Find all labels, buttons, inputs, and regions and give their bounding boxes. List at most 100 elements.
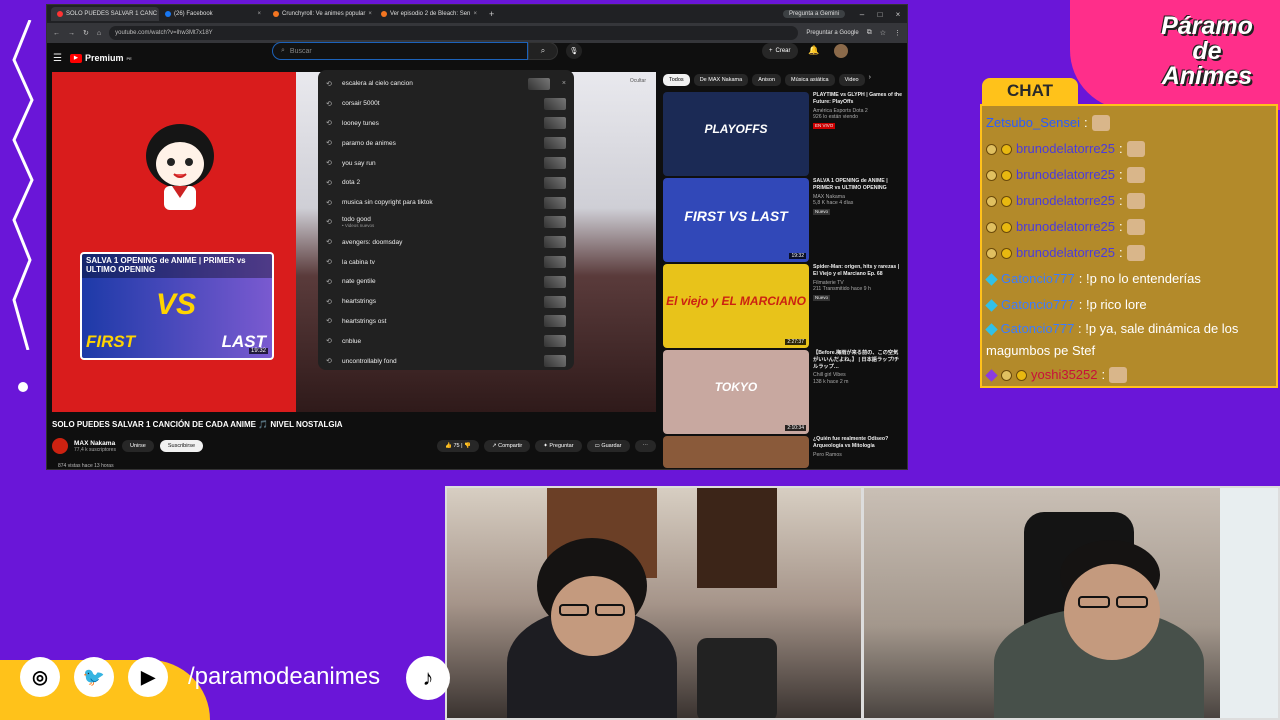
chat-username[interactable]: brunodelatorre25: [1016, 162, 1115, 188]
crunchyroll-favicon-icon: [381, 11, 387, 17]
close-tab-icon[interactable]: ×: [368, 11, 372, 17]
plus-icon: +: [769, 48, 773, 54]
badge-icon: [986, 143, 997, 155]
suggestion-item[interactable]: ⟲ paramo de animes: [318, 133, 574, 153]
notifications-bell-icon[interactable]: 🔔: [808, 45, 819, 56]
minimize-icon[interactable]: –: [853, 10, 871, 19]
suggestion-item[interactable]: ⟲ looney tunes: [318, 114, 574, 134]
microphone-icon[interactable]: 🎙: [566, 43, 582, 59]
video-thumbnail: PLAYOFFS: [663, 92, 809, 176]
ask-button[interactable]: ✦ Preguntar: [535, 440, 582, 452]
chevron-right-icon[interactable]: ›: [869, 74, 871, 86]
suggestion-item[interactable]: ⟲ corsair 5000t: [318, 94, 574, 114]
recommended-video[interactable]: FIRST VS LAST 19:32 SALVA 1 OPENING de ANI…: [663, 178, 903, 264]
recommended-video[interactable]: El viejo y EL MARCIANO 2:27:37 Spider-Man:…: [663, 264, 903, 350]
reload-icon[interactable]: ↻: [83, 29, 89, 37]
chip-video[interactable]: Video: [838, 74, 865, 86]
instagram-icon: ◎: [20, 657, 60, 697]
gem-badge-icon: [985, 298, 998, 312]
youtube-logo[interactable]: ▶ Premium PE: [69, 53, 132, 63]
suggestion-item[interactable]: ⟲ musica sin copyright para tiktok: [318, 193, 574, 213]
tab-crunchyroll[interactable]: Crunchyroll: Ve animes popular ×: [267, 7, 375, 21]
gemini-button[interactable]: Pregunta a Gemini: [782, 10, 845, 18]
hide-button[interactable]: Ocultar: [630, 78, 646, 84]
recommended-meta: 211 Transmitido hace 9 h: [813, 286, 871, 293]
suggestion-item[interactable]: ⟲ la cabina tv: [318, 252, 574, 272]
thumbs-down-icon[interactable]: 👎: [464, 443, 471, 449]
glasses: [1078, 596, 1110, 608]
close-window-icon[interactable]: ×: [889, 10, 907, 19]
chat-message: brunodelatorre25 :: [986, 188, 1272, 214]
account-avatar[interactable]: [834, 44, 848, 58]
suggestion-item[interactable]: ⟲ heartstrings ost: [318, 312, 574, 332]
emote-icon: [1126, 219, 1145, 235]
social-handle: /paramodeanimes: [188, 663, 381, 690]
suggestion-item[interactable]: ⟲ todo good • Videos nuevos: [318, 213, 574, 233]
chat-username[interactable]: brunodelatorre25: [1016, 188, 1115, 214]
search-button[interactable]: ⌕: [528, 42, 558, 60]
chat-username[interactable]: yoshi35252: [1031, 362, 1098, 388]
bookmark-star-icon[interactable]: ☆: [880, 29, 886, 37]
search-input[interactable]: ⌕ Buscar: [272, 42, 528, 60]
chat-text: : !p no lo entenderías: [1078, 271, 1201, 286]
suggestion-thumbnail: [544, 236, 566, 249]
close-tab-icon[interactable]: ×: [473, 11, 477, 17]
new-tab-icon[interactable]: +: [489, 9, 494, 19]
chat-message: brunodelatorre25 :: [986, 214, 1272, 240]
hamburger-menu-icon[interactable]: ☰: [53, 53, 62, 64]
chip-channel[interactable]: De MAX Nakama: [693, 74, 749, 86]
tab-facebook[interactable]: (26) Facebook ×: [159, 7, 267, 21]
chip-asian-music[interactable]: Música asiática: [785, 74, 835, 86]
join-button[interactable]: Unirse: [121, 440, 154, 452]
create-button[interactable]: + Crear: [762, 43, 798, 59]
channel-avatar[interactable]: [52, 438, 68, 454]
chat-username[interactable]: Gatoncio777: [1001, 266, 1075, 292]
share-button[interactable]: ↗ Compartir: [483, 440, 531, 452]
maximize-icon[interactable]: □: [871, 10, 889, 19]
suggestion-item[interactable]: ⟲ dota 2: [318, 173, 574, 193]
chat-username[interactable]: brunodelatorre25: [1016, 136, 1115, 162]
chat-username[interactable]: Zetsubo_Sensei: [986, 110, 1080, 136]
tab-bleach[interactable]: Ver episodio 2 de Bleach: Sen ×: [375, 7, 483, 21]
extensions-icon[interactable]: ⧉: [867, 29, 872, 37]
chat-username[interactable]: Gatoncio777: [1001, 321, 1075, 336]
like-button[interactable]: 👍 75 | 👎: [437, 440, 479, 452]
recommended-video[interactable]: TOKYO 2:10:34 【Before.梅雨が来る前の、この空気がいいんだよね。…: [663, 350, 903, 436]
suggestion-item[interactable]: ⟲ escalera al cielo cancion ×: [318, 74, 574, 94]
channel-name[interactable]: MAX Nakama: [74, 440, 115, 447]
forward-icon[interactable]: →: [68, 30, 75, 37]
gem-badge-icon: [985, 368, 998, 382]
remove-suggestion-icon[interactable]: ×: [562, 80, 566, 87]
suggestion-thumbnail: [544, 176, 566, 189]
suggestion-item[interactable]: ⟲ uncontrollably fond: [318, 351, 574, 371]
chat-username[interactable]: Gatoncio777: [1001, 292, 1075, 318]
video-actions: 👍 75 | 👎 ↗ Compartir ✦ Preguntar ▭ Guard…: [437, 440, 656, 452]
chip-anison[interactable]: Anison: [752, 74, 782, 86]
badge-icon: [986, 169, 997, 181]
tab-youtube[interactable]: SOLO PUEDES SALVAR 1 CANC×: [51, 7, 159, 21]
back-icon[interactable]: ←: [53, 30, 60, 37]
browser-menu-icon[interactable]: ⋮: [894, 29, 901, 37]
brand-logo: Páramo de Animes: [1161, 12, 1253, 90]
ask-google-button[interactable]: Preguntar a Google: [806, 30, 858, 36]
url-field[interactable]: youtube.com/watch?v=lhw3Mt7x18Y: [109, 26, 799, 40]
recommended-video[interactable]: ¿Quién fue realmente Odiseo? Arqueología…: [663, 436, 903, 468]
chip-all[interactable]: Todos: [663, 74, 690, 86]
save-button[interactable]: ▭ Guardar: [586, 440, 630, 452]
suggestion-item[interactable]: ⟲ nate gentile: [318, 272, 574, 292]
recommended-video[interactable]: PLAYOFFS PLAYTIME vs GLYPH | Games of the…: [663, 92, 903, 178]
close-tab-icon[interactable]: ×: [257, 11, 261, 17]
suggestion-item[interactable]: ⟲ heartstrings: [318, 292, 574, 312]
suggestion-item[interactable]: ⟲ avengers: doomsday: [318, 232, 574, 252]
gem-badge-icon: [985, 272, 998, 286]
chat-username[interactable]: brunodelatorre25: [1016, 214, 1115, 240]
thumbs-up-icon: 👍: [445, 443, 452, 449]
suggestion-item[interactable]: ⟲ you say run: [318, 153, 574, 173]
chat-username[interactable]: brunodelatorre25: [1016, 240, 1115, 266]
home-icon[interactable]: ⌂: [97, 30, 101, 37]
more-actions-icon[interactable]: ⋯: [634, 440, 656, 452]
suggestion-item[interactable]: ⟲ cnblue: [318, 331, 574, 351]
emote-icon: [1126, 245, 1145, 261]
youtube-play-icon: ▶: [69, 53, 82, 63]
subscribe-button[interactable]: Suscribirse: [159, 440, 204, 452]
